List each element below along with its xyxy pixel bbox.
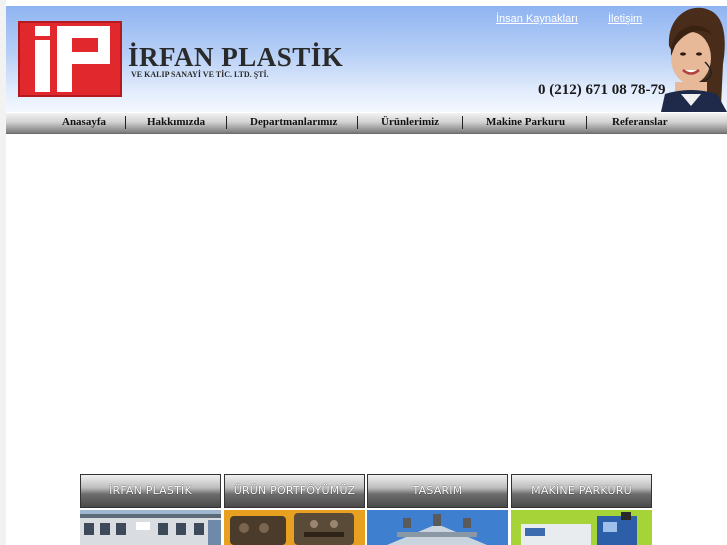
tile-machine-park[interactable]: MAKİNE PARKURU xyxy=(511,474,652,545)
brand-subtitle: VE KALIP SANAYİ VE TİC. LTD. ŞTİ. xyxy=(131,70,269,79)
nav-machine-park[interactable]: Makine Parkuru xyxy=(486,116,565,128)
nav-home[interactable]: Anasayfa xyxy=(62,116,106,128)
tile-header: İRFAN PLASTİK xyxy=(80,474,221,508)
nav-separator xyxy=(226,116,227,129)
site-header: İRFAN PLASTİK VE KALIP SANAYİ VE TİC. LT… xyxy=(6,6,727,112)
tile-irfan-plastik[interactable]: İRFAN PLASTİK xyxy=(80,474,221,545)
company-logo[interactable] xyxy=(18,21,122,97)
link-contact[interactable]: İletişim xyxy=(608,13,642,25)
link-human-resources[interactable]: İnsan Kaynakları xyxy=(496,13,578,25)
support-agent-photo xyxy=(661,6,727,112)
nav-separator xyxy=(125,116,126,129)
phone-number: 0 (212) 671 08 78-79 xyxy=(538,82,666,98)
nav-references[interactable]: Referanslar xyxy=(612,116,668,128)
tile-header: TASARIM xyxy=(367,474,508,508)
tile-header: MAKİNE PARKURU xyxy=(511,474,652,508)
tile-label: ÜRÜN PORTFÖYÜMÜZ xyxy=(233,484,356,497)
nav-separator xyxy=(357,116,358,129)
tile-header: ÜRÜN PORTFÖYÜMÜZ xyxy=(224,474,365,508)
tile-label: MAKİNE PARKURU xyxy=(531,484,632,497)
plastic-parts-image xyxy=(224,510,365,545)
tile-label: TASARIM xyxy=(412,484,463,497)
nav-about[interactable]: Hakkımızda xyxy=(147,116,205,128)
injection-machine-image xyxy=(511,510,652,545)
tile-product-portfolio[interactable]: ÜRÜN PORTFÖYÜMÜZ xyxy=(224,474,365,545)
nav-departments[interactable]: Departmanlarımız xyxy=(250,116,337,128)
nav-products[interactable]: Ürünlerimiz xyxy=(381,116,439,128)
factory-building-image xyxy=(80,510,221,545)
tile-label: İRFAN PLASTİK xyxy=(109,484,192,497)
nav-separator xyxy=(462,116,463,129)
brand-name: İRFAN PLASTİK xyxy=(128,42,344,72)
cad-design-image xyxy=(367,510,508,545)
nav-separator xyxy=(586,116,587,129)
main-navigation: Anasayfa Hakkımızda Departmanlarımız Ürü… xyxy=(6,113,727,134)
tile-design[interactable]: TASARIM xyxy=(367,474,508,545)
